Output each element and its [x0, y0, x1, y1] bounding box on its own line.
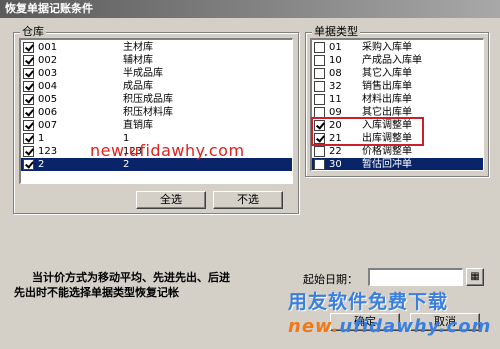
calendar-icon[interactable]: ▦ — [466, 268, 484, 286]
warehouse-list[interactable]: 001 主材库 002 辅材库 003 半成品库 004 成品库 005 积压成品库 006 积压材料… — [19, 38, 293, 184]
doctype-checkbox[interactable] — [314, 68, 325, 79]
warehouse-checkbox[interactable] — [23, 81, 34, 92]
doctype-code: 22 — [329, 146, 342, 157]
doctype-row[interactable]: 11 材料出库单 — [312, 93, 483, 106]
warehouse-row[interactable]: 001 主材库 — [21, 41, 292, 54]
doctype-code: 11 — [329, 94, 342, 105]
doctype-name: 其它入库单 — [362, 68, 412, 79]
deselect-all-button[interactable]: 不选 — [213, 191, 283, 209]
doctype-code: 08 — [329, 68, 342, 79]
warehouse-name: 半成品库 — [123, 68, 163, 79]
warehouse-code: 1 — [38, 133, 45, 144]
doctype-name: 暂估回冲单 — [362, 159, 412, 170]
window-title: 恢复单据记账条件 — [0, 0, 500, 18]
warehouse-checkbox[interactable] — [23, 159, 34, 170]
doctype-code: 30 — [329, 159, 342, 170]
doctype-list[interactable]: 01 采购入库单 10 产成品入库单 08 其它入库单 32 销售出库单 11 材料出库单 09 其它… — [310, 38, 484, 171]
warehouse-row[interactable]: 002 辅材库 — [21, 54, 292, 67]
start-date-label: 起始日期： — [303, 273, 358, 286]
start-date-input[interactable] — [368, 268, 463, 286]
doctype-checkbox[interactable] — [314, 94, 325, 105]
warehouse-checkbox[interactable] — [23, 107, 34, 118]
watermark-brand: 用友软件免费下载 — [288, 291, 449, 313]
warehouse-checkbox[interactable] — [23, 42, 34, 53]
doctype-checkbox[interactable] — [314, 146, 325, 157]
warehouse-row[interactable]: 004 成品库 — [21, 80, 292, 93]
doctype-checkbox[interactable] — [314, 55, 325, 66]
warehouse-name: 积压材料库 — [123, 107, 173, 118]
doctype-code: 32 — [329, 81, 342, 92]
doctype-row[interactable]: 22 价格调整单 — [312, 145, 483, 158]
warehouse-checkbox[interactable] — [23, 133, 34, 144]
warehouse-code: 007 — [38, 120, 58, 131]
doctype-code: 10 — [329, 55, 342, 66]
doctype-name: 产成品入库单 — [362, 55, 422, 66]
warehouse-code: 003 — [38, 68, 58, 79]
warehouse-group-label: 仓库 — [20, 25, 46, 39]
warehouse-code: 006 — [38, 107, 58, 118]
doctype-code: 01 — [329, 42, 342, 53]
warehouse-code: 001 — [38, 42, 58, 53]
warehouse-code: 005 — [38, 94, 58, 105]
doctype-row[interactable]: 10 产成品入库单 — [312, 54, 483, 67]
warehouse-checkbox[interactable] — [23, 68, 34, 79]
doctype-row[interactable]: 30 暂估回冲单 — [312, 158, 483, 170]
doctype-checkbox[interactable] — [314, 159, 325, 170]
warehouse-code: 004 — [38, 81, 58, 92]
watermark-site-bottom: new.ufidawhy.com — [288, 316, 491, 337]
doctype-row[interactable]: 01 采购入库单 — [312, 41, 483, 54]
warehouse-checkbox[interactable] — [23, 146, 34, 157]
warehouse-code: 123 — [38, 146, 58, 157]
warehouse-name: 成品库 — [123, 81, 153, 92]
select-all-button[interactable]: 全选 — [136, 191, 206, 209]
warehouse-checkbox[interactable] — [23, 94, 34, 105]
highlight-box — [311, 117, 424, 146]
watermark-site-mid: new.ufidawhy.com — [90, 141, 245, 160]
doctype-group-label: 单据类型 — [312, 25, 360, 39]
warehouse-name: 积压成品库 — [123, 94, 173, 105]
warehouse-row[interactable]: 007 直销库 — [21, 119, 292, 132]
warehouse-name: 辅材库 — [123, 55, 153, 66]
note-line2: 先出时不能选择单据类型恢复记帐 — [14, 286, 179, 299]
doctype-name: 采购入库单 — [362, 42, 412, 53]
note-line1: 当计价方式为移动平均、先进先出、后进 — [32, 271, 230, 284]
warehouse-checkbox[interactable] — [23, 55, 34, 66]
warehouse-name: 直销库 — [123, 120, 153, 131]
watermark-site-prefix: new. — [288, 316, 340, 337]
doctype-name: 材料出库单 — [362, 94, 412, 105]
warehouse-row[interactable]: 005 积压成品库 — [21, 93, 292, 106]
warehouse-row[interactable]: 003 半成品库 — [21, 67, 292, 80]
warehouse-checkbox[interactable] — [23, 120, 34, 131]
warehouse-code: 2 — [38, 159, 45, 170]
doctype-row[interactable]: 32 销售出库单 — [312, 80, 483, 93]
doctype-name: 价格调整单 — [362, 146, 412, 157]
warehouse-name: 主材库 — [123, 42, 153, 53]
doctype-row[interactable]: 08 其它入库单 — [312, 67, 483, 80]
doctype-checkbox[interactable] — [314, 42, 325, 53]
doctype-name: 销售出库单 — [362, 81, 412, 92]
warehouse-code: 002 — [38, 55, 58, 66]
doctype-checkbox[interactable] — [314, 81, 325, 92]
watermark-site-domain: ufidawhy.com — [339, 316, 492, 337]
warehouse-row[interactable]: 006 积压材料库 — [21, 106, 292, 119]
